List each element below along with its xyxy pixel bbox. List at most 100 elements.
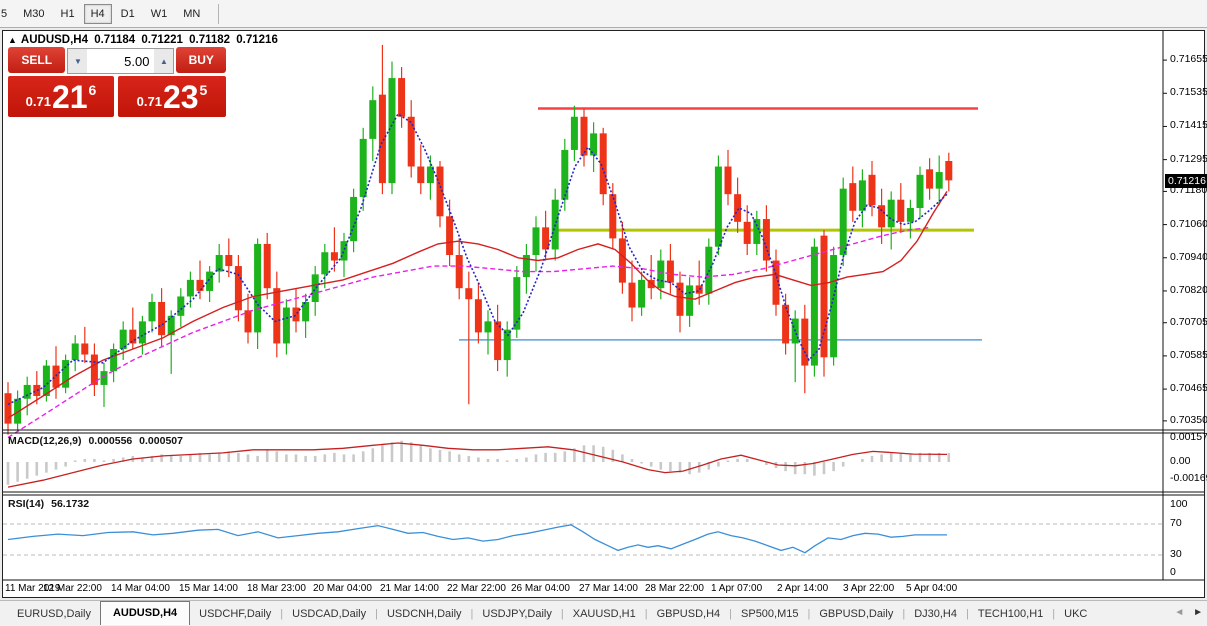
rsi-tick: 100 [1170,498,1188,510]
timeframe-button-5[interactable]: 5 [0,4,14,24]
candle-body [330,252,338,261]
candle-body [753,219,761,244]
candle-body [686,285,694,316]
candle-body [714,166,722,247]
tab-usdjpy-daily[interactable]: USDJPY,Daily [473,604,561,624]
volume-increase-icon[interactable]: ▲ [154,49,174,73]
timeframe-button-mn[interactable]: MN [176,4,207,24]
sell-button[interactable]: SELL [8,47,66,73]
chart-window[interactable]: 0.71655 0.71535 0.71415 0.71295 0.71180 0.710… [2,30,1207,598]
timeframe-button-w1[interactable]: W1 [144,4,175,24]
candle-body [945,161,953,181]
sell-price-prefix: 0.71 [25,93,51,109]
candle-body [186,279,194,297]
candle-body [407,116,415,167]
tab-usdcnh-daily[interactable]: USDCNH,Daily [378,604,471,624]
timeframe-button-m30[interactable]: M30 [16,4,51,24]
buy-button[interactable]: BUY [176,47,226,73]
rsi-label: RSI(14) 56.1732 [8,498,93,510]
tab-scroll-right-icon[interactable]: ► [1193,607,1203,618]
candle-body [734,194,742,222]
tab-sp500-m15[interactable]: SP500,M15 [732,604,807,624]
chart-symbol: AUDUSD,H4 [20,34,89,46]
timeframe-button-h4[interactable]: H4 [83,3,112,24]
volume-decrease-icon[interactable]: ▼ [68,49,88,73]
rsi-tick: 0 [1170,566,1176,578]
candle-body [542,227,550,250]
tab-usdcad-daily[interactable]: USDCAD,Daily [283,604,375,624]
candle-body [897,199,905,222]
tab-xauusd-h1[interactable]: XAUUSD,H1 [564,604,645,624]
macd-value-2: 0.000507 [139,435,183,447]
tab-scroll-arrows: ◄ ► [1168,607,1203,618]
price-tick: 0.70820 [1170,283,1207,296]
tab-tech100-h1[interactable]: TECH100,H1 [969,604,1052,624]
candle-body [177,296,185,316]
buy-price-prefix: 0.71 [136,93,162,109]
candle-body [446,216,454,255]
candle-body [292,307,300,322]
candle-body [935,172,943,189]
macd-signal-line [7,442,948,488]
candle-body [695,285,703,294]
candle-body [599,133,607,195]
tab-eurusd-daily[interactable]: EURUSD,Daily [8,604,100,624]
price-tick: 0.70705 [1170,315,1207,328]
candle-body [532,227,540,255]
candle-body [129,329,137,344]
candle-body [455,254,463,289]
candle-body [311,274,319,302]
price-tick: 0.70585 [1170,348,1207,361]
candle-body [33,384,41,396]
candle-body [4,393,12,424]
candle-body [273,288,281,344]
volume-spinner: ▼ 5.00 ▲ [67,48,175,74]
buy-quote[interactable]: 0.71 23 5 [118,76,226,117]
current-price-tag: 0.71216 [1165,174,1207,189]
macd-tick: 0.00 [1170,455,1191,467]
price-tick: 0.71295 [1170,152,1207,165]
macd-tick: 0.001579 [1170,431,1207,443]
candle-body [359,138,367,197]
rsi-line [7,524,947,554]
candle-body [676,282,684,316]
candle-body [225,254,233,267]
sell-quote[interactable]: 0.71 21 6 [8,76,114,117]
tab-dj30-h4[interactable]: DJ30,H4 [905,604,966,624]
candle-body [503,329,511,361]
candle-body [570,116,578,150]
candle-body [849,183,857,211]
candle-body [148,301,156,322]
price-tick: 0.70350 [1170,413,1207,426]
ohlc-high: 0.71221 [141,34,183,46]
volume-input[interactable]: 5.00 [87,49,154,73]
price-tick: 0.71060 [1170,217,1207,230]
date-tick: 15 Mar 14:00 [179,583,238,594]
candle-body [878,205,886,228]
timeframe-button-d1[interactable]: D1 [114,4,142,24]
candle-body [398,78,406,117]
timeframe-button-h1[interactable]: H1 [54,4,82,24]
candle-body [388,78,396,184]
macd-value-1: 0.000556 [88,435,133,447]
candle-body [868,174,876,206]
tab-audusd-h4[interactable]: AUDUSD,H4 [99,601,191,625]
price-tick: 0.70940 [1170,250,1207,263]
chart-tab-bar: EURUSD,Daily AUDUSD,H4 USDCHF,Daily | USDCAD… [0,600,1207,626]
panel-toggle-icon[interactable]: ▲ [8,35,17,45]
ohlc-low: 0.71182 [189,34,231,46]
candle-body [916,174,924,209]
candle-body [782,304,790,344]
tab-usdchf-daily[interactable]: USDCHF,Daily [190,604,280,624]
tab-scroll-left-icon[interactable]: ◄ [1174,607,1184,618]
candle-body [580,116,588,156]
candle-body [71,343,79,361]
candle-body [887,199,895,228]
candle-body [820,235,828,358]
tab-gbpusd-h4[interactable]: GBPUSD,H4 [648,604,730,624]
buy-price-big: 23 [162,78,199,115]
tab-ukc[interactable]: UKC [1055,604,1096,624]
candle-body [657,260,665,289]
tab-gbpusd-daily[interactable]: GBPUSD,Daily [810,604,902,624]
candle-body [810,246,818,366]
